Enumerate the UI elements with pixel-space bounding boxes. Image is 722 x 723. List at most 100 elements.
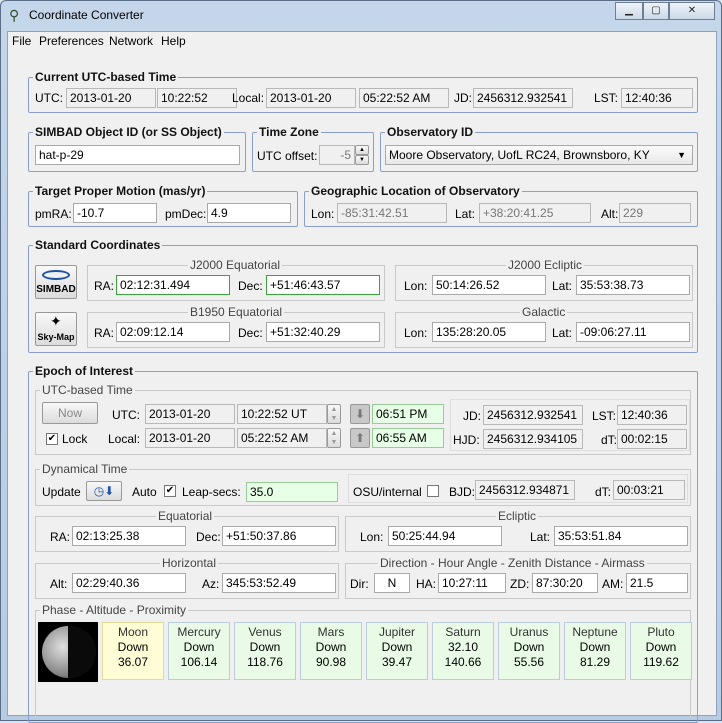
planet-name: Mars	[317, 625, 345, 639]
update-clock-icon[interactable]: ◷⬇	[86, 481, 122, 501]
client-area: File Preferences Network Help Current UT…	[7, 31, 717, 723]
utc-time-field[interactable]: 10:22:52	[157, 88, 237, 108]
arrow-up-icon[interactable]: ⬆	[350, 428, 370, 448]
epoch-local-time-field[interactable]: 05:22:52 AM	[237, 428, 327, 448]
planet-state: 32.10	[447, 640, 479, 654]
geo-lon-field[interactable]: -85:31:42.51	[337, 203, 447, 223]
j2000-ecl-lat-input[interactable]: 35:53:38.73	[576, 275, 690, 295]
panel-title: Geographic Location of Observatory	[309, 184, 522, 198]
planet-uranus: Uranus Down 55.56	[498, 622, 560, 680]
simbad-button[interactable]: SIMBAD	[35, 265, 77, 299]
jd-field[interactable]: 2456312.932541	[473, 88, 573, 108]
time-spinner[interactable]: ▲ ▼	[327, 404, 341, 424]
lock-checkbox[interactable]: ✔	[46, 433, 58, 445]
epoch-dec-field[interactable]: +51:50:37.86	[222, 526, 336, 546]
horizontal-alt-field[interactable]: 02:29:40.36	[72, 573, 186, 593]
menu-help[interactable]: Help	[161, 34, 186, 48]
observatory-select[interactable]: Moore Observatory, UofL RC24, Brownsboro…	[385, 145, 693, 165]
star-icon: ✦	[50, 313, 62, 329]
close-button[interactable]: ✕	[669, 2, 715, 20]
planet-state: Down	[183, 640, 215, 654]
simbad-object-input[interactable]: hat-p-29	[35, 145, 240, 165]
galactic-lon-input[interactable]: 135:28:20.05	[432, 322, 546, 342]
planet-name: Saturn	[445, 625, 481, 639]
geo-alt-field[interactable]: 229	[619, 203, 691, 223]
planet-value: 119.62	[643, 655, 679, 669]
menu-network[interactable]: Network	[109, 34, 153, 48]
galactic-lat-input[interactable]: -09:06:27.11	[576, 322, 690, 342]
b1950-dec-input[interactable]: +51:32:40.29	[266, 322, 380, 342]
j2000-dec-input[interactable]: +51:46:43.57	[266, 275, 380, 295]
title-bar: ⚲ Coordinate Converter ▁ ▢ ✕	[1, 1, 721, 31]
dec-label: Dec:	[238, 279, 263, 293]
b1950-ra-input[interactable]: 02:09:12.14	[116, 322, 230, 342]
horizontal-az-field[interactable]: 345:53:52.49	[222, 573, 336, 593]
dynamical-dt-field[interactable]: 00:03:21	[613, 480, 685, 500]
geo-lat-field[interactable]: +38:20:41.25	[479, 203, 591, 223]
planet-name: Pluto	[647, 625, 675, 639]
epoch-lst-field[interactable]: 12:40:36	[617, 405, 687, 425]
now-button[interactable]: Now	[42, 402, 98, 424]
planet-mars: Mars Down 90.98	[300, 622, 362, 680]
spinner-down-button[interactable]: ▼	[355, 155, 369, 165]
group-title: Galactic	[520, 305, 568, 319]
epoch-utc-date-field[interactable]: 2013-01-20	[145, 404, 235, 424]
epoch-ecl-lat-field[interactable]: 35:53:51.84	[554, 526, 688, 546]
epoch-utc-time-field[interactable]: 10:22:52 UT	[237, 404, 327, 424]
dynamical-time-group: Dynamical Time Update ◷⬇ Auto ✔ Leap-sec…	[35, 462, 691, 506]
epoch-dt-field[interactable]: 00:02:15	[617, 429, 687, 449]
hour-angle-field[interactable]: 10:27:11	[438, 573, 506, 593]
lst-label: LST:	[592, 409, 617, 423]
osu-internal-label: OSU/internal	[353, 485, 422, 499]
planet-neptune: Neptune Down 81.29	[564, 622, 626, 680]
planet-name: Jupiter	[378, 625, 416, 639]
planet-name: Mercury	[177, 625, 221, 639]
spinner-up-button[interactable]: ▲	[355, 145, 369, 155]
utc-date-field[interactable]: 2013-01-20	[66, 88, 156, 108]
lon-label: Lon:	[360, 530, 384, 544]
sky-map-button[interactable]: ✦ Sky-Map	[35, 312, 77, 346]
pmdec-input[interactable]: 4.9	[207, 203, 291, 223]
menu-file[interactable]: File	[12, 34, 31, 48]
lat-label: Lat:	[552, 326, 573, 340]
planet-state: Down	[117, 640, 149, 654]
rise-time-field[interactable]: 06:55 AM	[372, 428, 444, 448]
local-date-field[interactable]: 2013-01-20	[266, 88, 356, 108]
jd-label: JD:	[454, 91, 472, 105]
zenith-distance-field[interactable]: 87:30:20	[532, 573, 598, 593]
time-spinner[interactable]: ▲ ▼	[327, 428, 341, 448]
menu-preferences[interactable]: Preferences	[39, 34, 104, 48]
local-time-field[interactable]: 05:22:52 AM	[359, 88, 449, 108]
j2000-ecl-lon-input[interactable]: 50:14:26.52	[432, 275, 546, 295]
j2000-ra-input[interactable]: 02:12:31.494	[116, 275, 230, 295]
epoch-ra-field[interactable]: 02:13:25.38	[72, 526, 186, 546]
utc-offset-spinner[interactable]: -5	[319, 145, 355, 165]
planet-state: Down	[249, 640, 281, 654]
planet-name: Uranus	[509, 625, 549, 639]
bjd-field[interactable]: 2456312.934871	[475, 480, 575, 500]
auto-checkbox[interactable]: ✔	[164, 485, 176, 497]
planet-value: 36.07	[117, 655, 149, 669]
set-time-field[interactable]: 06:51 PM	[372, 404, 444, 424]
leap-secs-input[interactable]: 35.0	[246, 482, 338, 502]
group-title: Phase - Altitude - Proximity	[40, 603, 189, 617]
direction-field[interactable]: N	[374, 573, 410, 593]
minimize-button[interactable]: ▁	[615, 2, 643, 20]
arrow-down-icon[interactable]: ⬇	[350, 404, 370, 424]
leap-secs-label: Leap-secs:	[182, 485, 241, 499]
ha-label: HA:	[416, 577, 437, 591]
planet-name: Venus	[248, 625, 282, 639]
maximize-button[interactable]: ▢	[643, 2, 669, 20]
planet-name: Neptune	[572, 625, 618, 639]
epoch-jd-field[interactable]: 2456312.932541	[483, 405, 583, 425]
hjd-field[interactable]: 2456312.934105	[483, 429, 583, 449]
epoch-ecl-lon-field[interactable]: 50:25:44.94	[388, 526, 502, 546]
planet-pluto: Pluto Down 119.62	[630, 622, 692, 680]
epoch-local-date-field[interactable]: 2013-01-20	[145, 428, 235, 448]
osu-internal-checkbox[interactable]	[427, 485, 439, 497]
galactic-group: Galactic Lon: 135:28:20.05 Lat: -09:06:2…	[395, 305, 693, 348]
proper-motion-panel: Target Proper Motion (mas/yr) pmRA: -10.…	[28, 184, 298, 227]
lst-field[interactable]: 12:40:36	[621, 88, 693, 108]
airmass-field[interactable]: 21.5	[626, 573, 688, 593]
pmra-input[interactable]: -10.7	[73, 203, 157, 223]
